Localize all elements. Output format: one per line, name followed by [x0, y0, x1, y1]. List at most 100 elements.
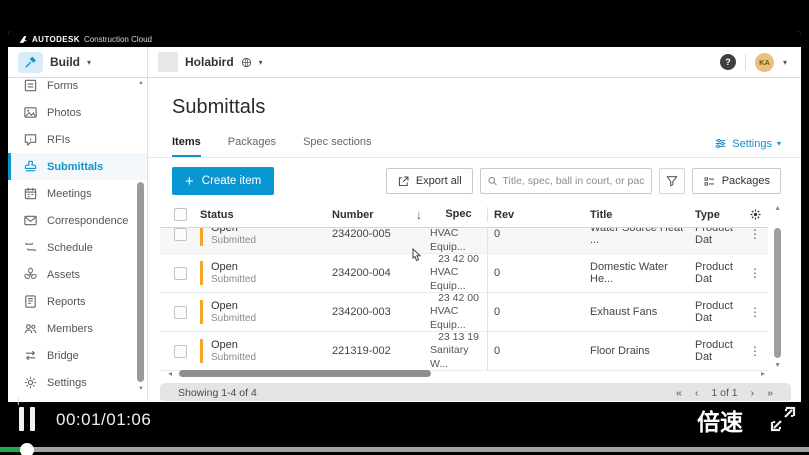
sidebar-item-label: Assets — [47, 269, 80, 281]
sidebar-item-schedule[interactable]: Schedule — [8, 234, 147, 261]
prev-page-icon[interactable]: ‹ — [695, 387, 699, 399]
column-title[interactable]: Title — [574, 209, 687, 221]
table-row[interactable]: Open Submitted 221319-002 23 13 19 Sanit… — [160, 332, 768, 371]
column-status[interactable]: Status — [190, 209, 320, 221]
settings-dropdown[interactable]: Settings ▾ — [714, 137, 781, 157]
table-footer: Showing 1-4 of 4 « ‹ 1 of 1 › » — [160, 383, 791, 401]
status-cell: Open Submitted — [190, 254, 320, 292]
sidebar-item-rfis[interactable]: RFIs — [8, 126, 147, 153]
sidebar-item-members[interactable]: Members — [8, 315, 147, 342]
sidebar-item-photos[interactable]: Photos — [8, 99, 147, 126]
row-kebab-icon[interactable]: ⋮ — [742, 254, 768, 292]
type-cell: Product Dat — [687, 228, 742, 253]
first-page-icon[interactable]: « — [676, 387, 682, 399]
skip-to-start-icon[interactable]: |← — [17, 395, 28, 406]
sidebar-item-submittals[interactable]: Submittals — [8, 153, 147, 180]
tab-items[interactable]: Items — [172, 136, 201, 157]
row-checkbox[interactable] — [174, 228, 187, 241]
project-thumbnail — [158, 52, 178, 72]
pause-button[interactable] — [19, 407, 35, 431]
number-cell: 234200-005 — [320, 228, 408, 253]
select-all-checkbox[interactable] — [174, 208, 187, 221]
help-button[interactable]: ? — [720, 54, 736, 70]
export-all-button[interactable]: Export all — [386, 168, 473, 194]
product-switcher[interactable]: Build ▾ — [8, 47, 148, 77]
fullscreen-icon[interactable] — [768, 404, 798, 434]
row-checkbox[interactable] — [174, 267, 187, 280]
pagination: « ‹ 1 of 1 › » — [676, 387, 773, 399]
status-text: Open — [211, 339, 256, 351]
sidebar-scroll-down-icon[interactable]: ▼ — [138, 386, 144, 392]
sidebar-scrollbar-thumb[interactable] — [137, 182, 144, 382]
sidebar-scroll-up-icon[interactable]: ▲ — [138, 80, 144, 86]
tab-packages[interactable]: Packages — [228, 136, 276, 157]
sliders-icon — [714, 137, 727, 150]
tab-spec-sections[interactable]: Spec sections — [303, 136, 371, 157]
packages-button[interactable]: Packages — [692, 168, 781, 194]
row-checkbox[interactable] — [174, 306, 187, 319]
avatar[interactable]: KA — [755, 53, 774, 72]
sidebar-item-forms[interactable]: Forms — [8, 78, 147, 99]
table-scroll-right-icon[interactable]: ▸ — [761, 369, 765, 378]
settings-gear-icon — [23, 375, 38, 390]
next-page-icon[interactable]: › — [751, 387, 755, 399]
status-text: Open — [211, 300, 256, 312]
export-icon — [397, 175, 410, 188]
last-page-icon[interactable]: » — [767, 387, 773, 399]
row-kebab-icon[interactable]: ⋮ — [742, 293, 768, 331]
search-input[interactable] — [502, 175, 644, 187]
app-window: AUTODESK Construction Cloud Build ▾ Hola… — [8, 31, 801, 402]
project-selector[interactable]: Holabird ▾ — [148, 52, 263, 72]
status-badge: Open Submitted — [200, 300, 256, 324]
meetings-icon — [23, 186, 38, 201]
column-rev[interactable]: Rev — [488, 209, 574, 221]
table-row[interactable]: Open Submitted 234200-004 23 42 00 HVAC … — [160, 254, 768, 293]
avatar-caret-icon[interactable]: ▾ — [783, 58, 787, 67]
progress-track[interactable] — [0, 447, 809, 452]
filter-funnel-icon — [665, 174, 679, 188]
column-settings-gear-icon[interactable] — [742, 208, 768, 221]
sidebar-item-settings[interactable]: Settings — [8, 369, 147, 396]
column-type[interactable]: Type — [687, 209, 742, 221]
status-badge: Open Submitted — [200, 339, 256, 363]
column-spec[interactable]: Spec — [430, 207, 488, 221]
sidebar-item-reports[interactable]: Reports — [8, 288, 147, 315]
filter-button[interactable] — [659, 168, 685, 194]
table-row[interactable]: Open Submitted 234200-005 23 42 00 HVAC … — [160, 228, 768, 254]
video-player-frame: AUTODESK Construction Cloud Build ▾ Hola… — [0, 0, 809, 455]
playback-speed-button[interactable]: 倍速 — [697, 403, 743, 437]
column-number[interactable]: Number — [320, 209, 408, 221]
table-scroll-left-icon[interactable]: ◂ — [168, 369, 172, 378]
substatus-text: Submitted — [211, 235, 256, 246]
sort-desc-icon[interactable]: ↓ — [408, 208, 430, 222]
search-box — [480, 168, 652, 194]
spec-cell: 23 42 00 HVAC Equip... — [430, 254, 488, 292]
project-name: Holabird — [185, 55, 234, 69]
table-header-row: Status Number ↓ Spec Rev Title Type — [160, 202, 768, 228]
toolbar: + Create item Export all — [172, 167, 781, 195]
sidebar-item-meetings[interactable]: Meetings — [8, 180, 147, 207]
table-scroll-up-icon[interactable]: ▲ — [774, 205, 781, 212]
number-cell: 234200-003 — [320, 293, 408, 331]
row-checkbox[interactable] — [174, 345, 187, 358]
submittals-table: Status Number ↓ Spec Rev Title Type — [160, 202, 768, 371]
row-kebab-icon[interactable]: ⋮ — [742, 228, 768, 253]
sidebar-item-label: Correspondence — [47, 215, 128, 227]
table-row[interactable]: Open Submitted 234200-003 23 42 00 HVAC … — [160, 293, 768, 332]
table-vertical-scrollbar-thumb[interactable] — [774, 228, 781, 358]
table-horizontal-scrollbar-thumb[interactable] — [179, 370, 431, 377]
forms-icon — [23, 78, 38, 93]
progress-knob[interactable] — [20, 443, 34, 455]
row-kebab-icon[interactable]: ⋮ — [742, 332, 768, 370]
table-scroll-down-icon[interactable]: ▼ — [774, 362, 781, 369]
settings-label: Settings — [732, 138, 772, 150]
sidebar-item-bridge[interactable]: Bridge — [8, 342, 147, 369]
create-item-button[interactable]: + Create item — [172, 167, 274, 195]
sidebar-item-label: Schedule — [47, 242, 93, 254]
spec-cell: 23 13 19 Sanitary W... — [430, 332, 488, 370]
sidebar-item-assets[interactable]: Assets — [8, 261, 147, 288]
mouse-cursor — [408, 248, 422, 266]
status-cell: Open Submitted — [190, 293, 320, 331]
page-title: Submittals — [172, 96, 801, 119]
sidebar-item-correspondence[interactable]: Correspondence — [8, 207, 147, 234]
